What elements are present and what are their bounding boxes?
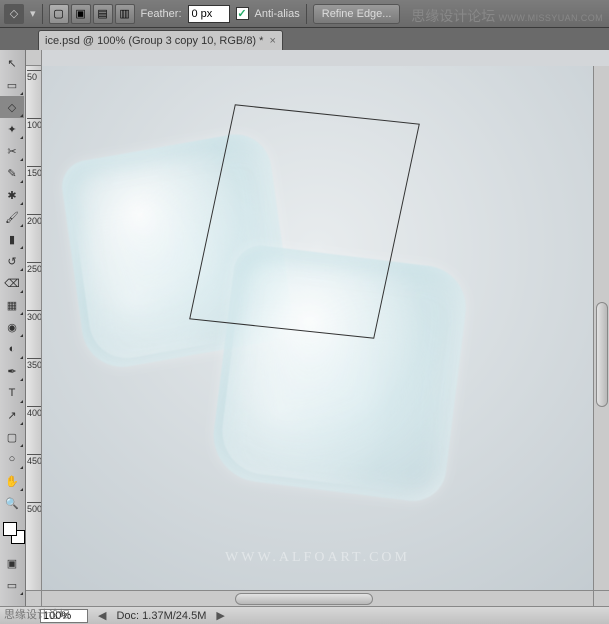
scroll-corner [593,591,609,606]
ruler-tick: 250 [27,262,41,274]
ruler-tick: 150 [27,166,41,178]
scrollbar-thumb[interactable] [596,302,608,407]
selection-intersect-icon[interactable]: ▥ [115,4,135,24]
blur-tool[interactable]: ◉ [0,316,24,338]
marquee-tool[interactable]: ▭ [0,74,24,96]
shape-tool[interactable]: ▢ [0,426,24,448]
history-brush-tool[interactable]: ↺ [0,250,24,272]
wand-tool[interactable]: ✦ [0,118,24,140]
ruler-tick: 200 [27,214,41,226]
selection-mode-group: ▢ ▣ ▤ ▥ [49,4,135,24]
selection-add-icon[interactable]: ▣ [71,4,91,24]
color-swatches[interactable] [0,520,25,552]
ruler-tick: 300 [27,310,41,322]
ruler-tick: 500 [27,502,41,514]
3d-tool[interactable]: ○ [0,448,24,470]
ruler-tick: 400 [27,406,41,418]
canvas[interactable]: WWW.ALFOART.COM [42,66,593,590]
type-tool[interactable]: T [0,382,24,404]
ruler-tick: 450 [27,454,41,466]
pen-tool[interactable]: ✒ [0,360,24,382]
selection-subtract-icon[interactable]: ▤ [93,4,113,24]
vertical-scrollbar[interactable] [593,66,609,590]
crop-tool[interactable]: ✂ [0,140,24,162]
feather-label: Feather: [141,8,182,20]
path-select-tool[interactable]: ↗ [0,404,24,426]
tab-title: ice.psd @ 100% (Group 3 copy 10, RGB/8) … [45,35,263,47]
document-tab-bar: ice.psd @ 100% (Group 3 copy 10, RGB/8) … [0,28,609,50]
quickmask-button[interactable]: ▣ [0,552,24,574]
document-tab[interactable]: ice.psd @ 100% (Group 3 copy 10, RGB/8) … [38,30,283,50]
eyedropper-tool[interactable]: ✎ [0,162,24,184]
chevron-right-icon[interactable]: ▶ [216,609,224,622]
close-icon[interactable]: × [269,35,275,47]
refine-edge-button[interactable]: Refine Edge... [313,4,401,24]
dodge-tool[interactable]: ◐ [0,338,24,360]
lasso-tool-indicator-icon: ◇ [4,4,24,24]
bottom-watermark: 思缘设计论坛 [4,606,70,622]
ruler-tick: 100 [27,118,41,130]
eraser-tool[interactable]: ⌫ [0,272,24,294]
feather-input[interactable] [188,5,230,23]
scroll-corner [26,591,42,606]
selection-new-icon[interactable]: ▢ [49,4,69,24]
horizontal-scrollbar[interactable] [42,591,593,606]
toolbox: ↖▭◇✦✂✎✱🖌▮↺⌫▦◉◐✒T↗▢○✋🔍 ▣ ▭ [0,50,26,606]
screenmode-button[interactable]: ▭ [0,574,24,596]
brush-tool[interactable]: 🖌 [0,206,24,228]
healing-tool[interactable]: ✱ [0,184,24,206]
ruler-tick: 350 [27,358,41,370]
hand-tool[interactable]: ✋ [0,470,24,492]
chevron-left-icon[interactable]: ◀ [98,609,106,622]
zoom-tool[interactable]: 🔍 [0,492,24,514]
stamp-tool[interactable]: ▮ [0,228,24,250]
ruler-tick: 50 [27,70,41,82]
divider [42,4,43,24]
antialias-label: Anti-alias [255,8,300,20]
doc-size-label: Doc: 1.37M/24.5M [116,610,206,622]
status-bar: ◀ Doc: 1.37M/24.5M ▶ [0,606,609,624]
scrollbar-thumb[interactable] [235,593,373,605]
ice-cube-artwork [208,242,470,504]
site-watermark: 思缘设计论坛 WWW.MISSYUAN.COM [411,6,603,26]
foreground-color[interactable] [3,522,17,536]
lasso-tool[interactable]: ◇ [0,96,24,118]
vertical-ruler[interactable]: 50 100 150 200 250 300 350 400 450 500 [26,66,42,590]
antialias-checkbox[interactable]: ✓ [236,7,249,20]
gradient-tool[interactable]: ▦ [0,294,24,316]
canvas-watermark: WWW.ALFOART.COM [225,550,410,566]
dropdown-arrow-icon[interactable]: ▾ [30,7,36,20]
move-tool[interactable]: ↖ [0,52,24,74]
divider [306,4,307,24]
ruler-origin[interactable] [26,50,42,66]
